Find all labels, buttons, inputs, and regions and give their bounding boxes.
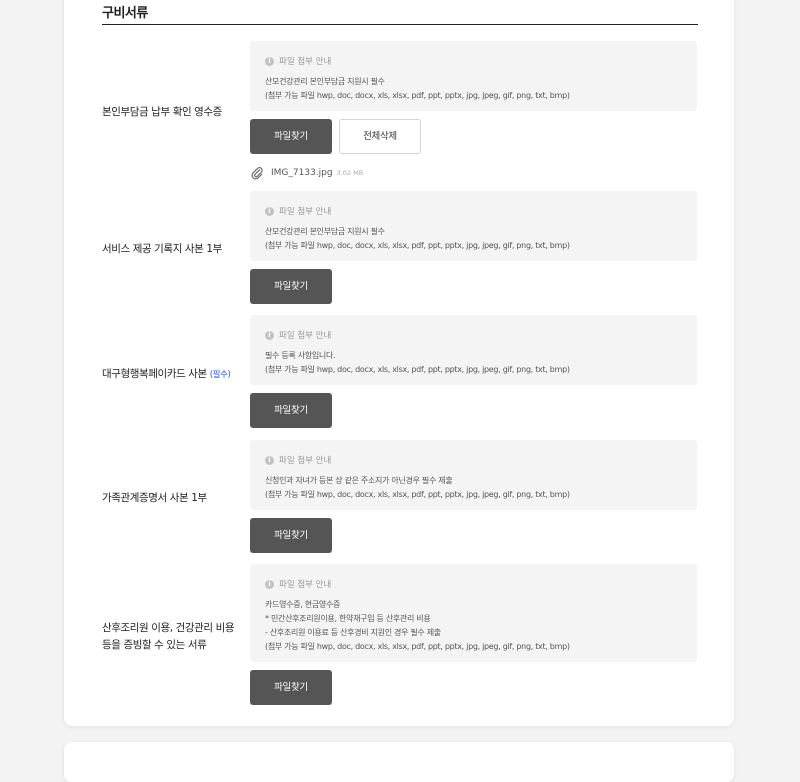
info-box-family-certificate: i 파일 첨부 안내 신청인과 자녀가 등본 상 같은 주소지가 아닌경우 필수… — [250, 440, 697, 510]
info-line: (첨부 가능 파일 hwp, doc, docx, xls, xlsx, pdf… — [265, 642, 570, 651]
find-file-button-service-record[interactable]: 파일찾기 — [250, 269, 332, 304]
find-file-button-family-certificate[interactable]: 파일찾기 — [250, 518, 332, 553]
delete-all-button[interactable]: 전체삭제 — [339, 119, 421, 154]
info-icon: i — [265, 455, 274, 465]
info-line: (첨부 가능 파일 hwp, doc, docx, xls, xlsx, pdf… — [265, 365, 570, 374]
info-header: i 파일 첨부 안내 — [265, 453, 682, 467]
find-file-button-receipt[interactable]: 파일찾기 — [250, 119, 332, 154]
paperclip-icon — [251, 167, 263, 180]
row-label-happy-pay-card: 대구형행복페이카드 사본 (필수) — [102, 368, 231, 380]
info-box-receipt: i 파일 첨부 안내 산모건강관리 본인부담금 지원시 필수 (첨부 가능 파일… — [250, 41, 697, 111]
required-mark: (필수) — [209, 370, 231, 380]
info-line: * 민간산후조리원이용, 한약재구입 등 산후관리 비용 — [265, 614, 431, 623]
row-label-receipt: 본인부담금 납부 확인 영수증 — [102, 106, 222, 118]
info-icon: i — [265, 56, 274, 66]
info-box-postpartum-expense: i 파일 첨부 안내 카드영수증, 현금영수증 * 민간산후조리원이용, 한약재… — [250, 564, 697, 662]
info-box-happy-pay-card: i 파일 첨부 안내 필수 등록 사항입니다. (첨부 가능 파일 hwp, d… — [250, 315, 697, 385]
info-line: 카드영수증, 현금영수증 — [265, 600, 341, 609]
info-header: i 파일 첨부 안내 — [265, 204, 682, 218]
info-line: 필수 등록 사항입니다. — [265, 351, 336, 360]
info-icon: i — [265, 330, 274, 340]
info-line: - 산후조리원 이용료 등 산후경비 지원인 경우 필수 제출 — [265, 628, 441, 637]
info-header: i 파일 첨부 안내 — [265, 577, 682, 591]
find-file-button-postpartum-expense[interactable]: 파일찾기 — [250, 670, 332, 705]
info-header: i 파일 첨부 안내 — [265, 54, 682, 68]
title-divider — [102, 24, 698, 25]
file-size: 3.02 MB — [336, 169, 364, 177]
info-line: (첨부 가능 파일 hwp, doc, docx, xls, xlsx, pdf… — [265, 490, 570, 499]
row-label-family-certificate: 가족관계증명서 사본 1부 — [102, 492, 207, 504]
attached-file[interactable]: IMG_7133.jpg 3.02 MB — [250, 165, 363, 181]
info-line: (첨부 가능 파일 hwp, doc, docx, xls, xlsx, pdf… — [265, 241, 570, 250]
row-label-postpartum-expense: 산후조리원 이용, 건강관리 비용 등을 증빙할 수 있는 서류 — [102, 622, 235, 651]
find-file-button-happy-pay-card[interactable]: 파일찾기 — [250, 393, 332, 428]
info-icon: i — [265, 579, 274, 589]
info-line: 신청인과 자녀가 등본 상 같은 주소지가 아닌경우 필수 제출 — [265, 476, 453, 485]
info-header: i 파일 첨부 안내 — [265, 328, 682, 342]
row-label-service-record: 서비스 제공 기록지 사본 1부 — [102, 243, 222, 255]
info-line: 산모건강관리 본인부담금 지원시 필수 — [265, 77, 385, 86]
section-title: 구비서류 — [102, 6, 148, 21]
file-name: IMG_7133.jpg — [271, 168, 333, 178]
info-line: 산모건강관리 본인부담금 지원시 필수 — [265, 227, 385, 236]
next-section-card — [64, 742, 734, 782]
info-line: (첨부 가능 파일 hwp, doc, docx, xls, xlsx, pdf… — [265, 91, 570, 100]
info-box-service-record: i 파일 첨부 안내 산모건강관리 본인부담금 지원시 필수 (첨부 가능 파일… — [250, 191, 697, 261]
info-icon: i — [265, 206, 274, 216]
